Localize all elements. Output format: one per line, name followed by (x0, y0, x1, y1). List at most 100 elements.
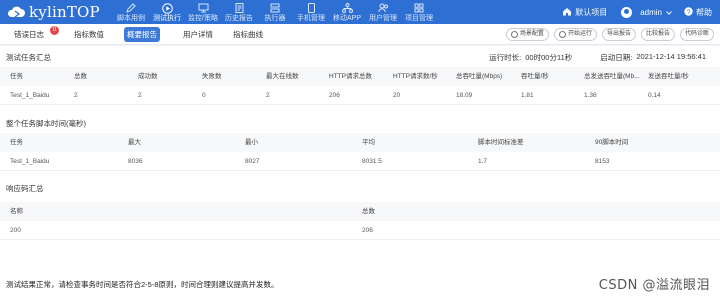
tab-metric-curves[interactable]: 指标曲线 (226, 27, 270, 42)
table-cell: 206 (362, 227, 373, 234)
play-icon (558, 31, 566, 38)
users-icon (377, 2, 389, 14)
column-header: HTTP请求总数 (329, 73, 372, 80)
run-time-label: 运行时长: (489, 53, 522, 62)
table-cell: Test_1_Baidu (10, 92, 50, 99)
column-header: 总数 (74, 73, 87, 80)
svg-text:?: ? (687, 9, 691, 16)
nav-item-test-execution[interactable]: 测试执行 (150, 0, 184, 24)
help-icon: ? (684, 6, 693, 18)
logo-cloud-icon (6, 5, 26, 19)
start-run-button[interactable]: 开始运行 (553, 28, 597, 41)
response-code-title: 响应码汇总 (6, 184, 44, 193)
tab-user-details[interactable]: 用户详情 (176, 27, 220, 42)
table-cell: 1.81 (521, 92, 534, 99)
table-row: 200 206 (0, 221, 720, 240)
column-header: 脚本时间标准差 (478, 139, 524, 146)
column-header: 任务 (10, 139, 23, 146)
code-diagnosis-button[interactable]: 代码诊断 (679, 28, 714, 41)
table-header-row: 任务 总数 成功数 失败数 最大在线数 HTTP请求总数 HTTP请求数/秒 总… (0, 67, 720, 86)
play-circle-icon (161, 2, 173, 14)
phone-icon (307, 2, 315, 14)
tab-metric-values[interactable]: 指标数值 (66, 27, 112, 42)
toolbar: 场景配置 开始运行 导出报告 比较报告 代码诊断 (501, 28, 714, 41)
nav-item-user-management[interactable]: 用户管理 (366, 0, 400, 24)
help-link[interactable]: ? 帮助 (684, 6, 712, 18)
column-header: HTTP请求数/秒 (393, 73, 438, 80)
table-cell: 2 (74, 92, 78, 99)
table-cell: 8036 (128, 158, 143, 165)
user-menu[interactable]: admin (621, 6, 672, 18)
top-right-controls: 默认项目 admin ? 帮助 (556, 0, 712, 24)
nav-item-phone-management[interactable]: 手机管理 (294, 0, 328, 24)
column-header: 吞吐量/秒 (521, 73, 549, 80)
nav-item-mobile-app[interactable]: 移动APP (330, 0, 364, 24)
watermark-text: CSDN @溢流眼泪 (598, 278, 710, 293)
pen-icon (126, 2, 136, 14)
tab-summary-report[interactable]: 概要报告 (124, 27, 160, 42)
document-icon (235, 2, 244, 14)
chevron-down-icon (666, 8, 672, 17)
app-logo[interactable]: kylinTOP (6, 2, 100, 22)
nav-item-monitor[interactable]: 监控/策略 (186, 0, 220, 24)
nav-item-project-management[interactable]: 项目管理 (402, 0, 436, 24)
table-cell: 20 (393, 92, 401, 99)
avatar (621, 6, 633, 18)
nav-item-history-reports[interactable]: 历史报告 (222, 0, 256, 24)
column-header: 发送吞吐量/秒 (648, 73, 689, 80)
scene-config-button[interactable]: 场景配置 (505, 28, 549, 41)
table-row: Test_1_Baidu 2 2 0 2 206 20 18.09 1.81 1… (0, 86, 720, 105)
table-cell: 18.09 (456, 92, 473, 99)
table-cell: 8027 (245, 158, 260, 165)
main-nav: 脚本用例 测试执行 监控/策略 历史报告 执行器 手机管理 移动APP 用户管理… (114, 0, 438, 24)
column-header: 最大 (128, 139, 141, 146)
table-cell: 8031.5 (362, 158, 382, 165)
summary-report-panel: 测试任务汇总 运行时长: 00时00分11秒 启动日期: 2021-12-14 … (0, 46, 720, 304)
column-header: 总吞吐量(Mbps) (456, 73, 503, 80)
script-time-table: 任务 最大 最小 平均 脚本时间标准差 90脚本时间 Test_1_Baidu … (0, 133, 720, 171)
project-selector[interactable]: 默认项目 (562, 7, 607, 18)
result-advice-text: 测试结果正常，请检查事务时间是否符合2-5-8原则，时间合理则建议提高并发数。 (6, 280, 279, 289)
table-cell: 200 (10, 227, 21, 234)
column-header: 失败数 (202, 73, 222, 80)
error-count-badge: 0 (50, 26, 59, 35)
table-cell: 2 (266, 92, 270, 99)
table-cell: 0.14 (648, 92, 661, 99)
column-header: 任务 (10, 73, 23, 80)
table-header-row: 名称 总数 (0, 202, 720, 221)
compare-report-button[interactable]: 比较报告 (640, 28, 675, 41)
table-header-row: 任务 最大 最小 平均 脚本时间标准差 90脚本时间 (0, 133, 720, 152)
column-header: 成功数 (138, 73, 158, 80)
table-cell: 0 (202, 92, 206, 99)
column-header: 平均 (362, 139, 375, 146)
table-cell: 1.7 (478, 158, 488, 165)
clock-icon (510, 31, 518, 38)
script-time-title: 整个任务脚本时间(毫秒) (6, 119, 86, 128)
column-header: 最大在线数 (266, 73, 299, 80)
response-code-table: 名称 总数 200 206 (0, 202, 720, 240)
export-report-button[interactable]: 导出报告 (601, 28, 636, 41)
top-navigation-bar: kylinTOP 脚本用例 测试执行 监控/策略 历史报告 执行器 手机管理 移… (0, 0, 720, 24)
table-cell: 1.36 (584, 92, 597, 99)
start-date-label: 启动日期: (600, 53, 633, 62)
start-date-value: 2021-12-14 19:56:41 (636, 52, 706, 61)
nav-item-executors[interactable]: 执行器 (258, 0, 292, 24)
column-header: 最小 (245, 139, 258, 146)
app-title: kylinTOP (29, 3, 100, 21)
table-cell: Test_1_Baidu (10, 158, 50, 165)
run-info: 运行时长: 00时00分11秒 启动日期: 2021-12-14 19:56:4… (485, 52, 706, 63)
nav-item-scripts[interactable]: 脚本用例 (114, 0, 148, 24)
server-icon (270, 2, 280, 14)
column-header: 总数 (362, 208, 375, 215)
column-header: 90脚本时间 (595, 139, 629, 146)
grid-icon (414, 2, 424, 14)
task-summary-table: 任务 总数 成功数 失败数 最大在线数 HTTP请求总数 HTTP请求数/秒 总… (0, 67, 720, 105)
run-time-value: 00时00分11秒 (525, 53, 573, 62)
report-tab-bar: 错误日志 0 指标数值 概要报告 用户详情 指标曲线 场景配置 开始运行 导出报… (0, 24, 720, 45)
home-icon (562, 7, 572, 18)
table-cell: 2 (138, 92, 142, 99)
network-icon (341, 2, 353, 14)
task-summary-title: 测试任务汇总 (6, 53, 51, 62)
column-header: 总发送吞吐量(Mb... (584, 73, 640, 80)
tab-error-log[interactable]: 错误日志 0 (8, 26, 59, 42)
